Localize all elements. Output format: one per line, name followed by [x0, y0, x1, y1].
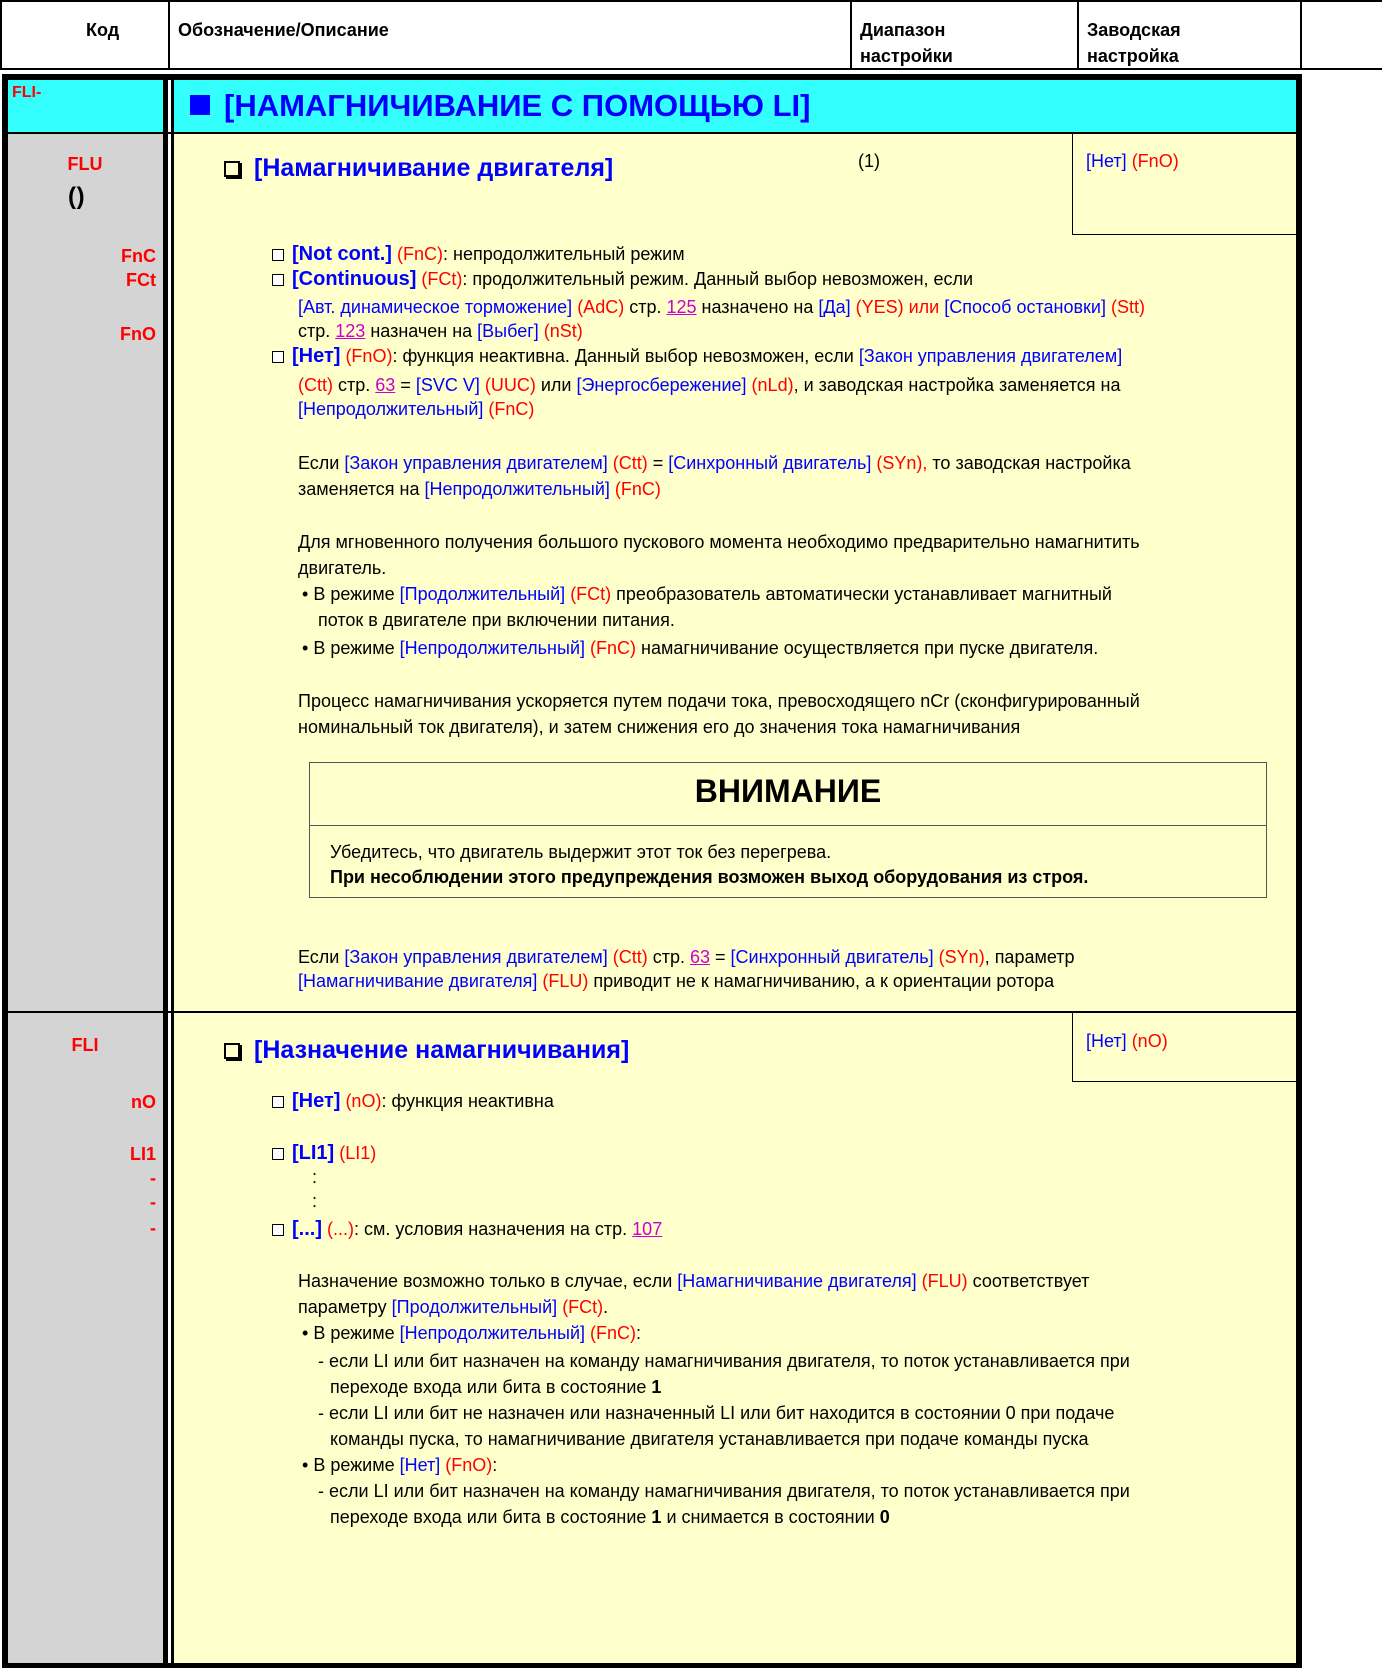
page-link[interactable]: 63 [375, 375, 395, 395]
fli-title-row: [Назначение намагничивания] [224, 1036, 629, 1065]
page-link[interactable]: 63 [690, 947, 710, 967]
page-link[interactable]: 125 [666, 297, 696, 317]
header-description: Обозначение/Описание [178, 20, 389, 40]
fli-code: FLI [71, 1035, 99, 1055]
fli-title: [Назначение намагничивания] [254, 1036, 630, 1064]
fli-bullet-2: • В режиме [Нет] (FnO): [302, 1455, 498, 1475]
flu-option-fno-line2: (Ctt) стр. 63 = [SVC V] (UUC) или [Энерг… [298, 375, 1121, 395]
flu-option-fct: [Continuous] (FCt): продолжительный режи… [272, 268, 973, 291]
flu-bullet-1: • В режиме [Продолжительный] (FCt) преоб… [302, 584, 1112, 604]
fli-sub-1: - если LI или бит назначен на команду на… [318, 1351, 1130, 1371]
fli-sub-2: - если LI или бит не назначен или назнач… [318, 1403, 1115, 1423]
flu-paragraph-2-line2: двигатель. [298, 558, 387, 578]
flu-title-row: [Намагничивание двигателя] [224, 154, 613, 183]
checkbox-icon [272, 351, 284, 363]
fli-option-li1: [LI1] (LI1) [272, 1142, 376, 1165]
checkbox-icon [272, 249, 284, 261]
warning-box: ВНИМАНИЕ Убедитесь, что двигатель выдерж… [309, 762, 1267, 898]
checkbox-icon [272, 1224, 284, 1236]
fli-sub-2-line2: команды пуска, то намагничивание двигате… [330, 1429, 1089, 1449]
flu-paragraph-3-line2: номинальный ток двигателя), и затем сниж… [298, 717, 1021, 737]
flu-paragraph-3: Процесс намагничивания ускоряется путем … [298, 691, 1140, 711]
checkbox-icon [272, 274, 284, 286]
ellipsis-dots: : [312, 1167, 318, 1187]
flu-paragraph-4-line2: [Намагничивание двигателя] (FLU) приводи… [298, 971, 1055, 991]
warning-line-1: Убедитесь, что двигатель выдержит этот т… [330, 842, 832, 862]
flu-paragraph-2: Для мгновенного получения большого пуско… [298, 532, 1140, 552]
flu-title: [Намагничивание двигателя] [254, 154, 614, 182]
fli-code-option: LI1 [129, 1144, 156, 1164]
flu-option-fno: [Нет] (FnO): функция неактивна. Данный в… [272, 345, 1122, 368]
header-range-1: Диапазон [860, 20, 946, 40]
flu-bullet-1-line2: поток в двигателе при включении питания. [318, 610, 675, 630]
fli-default: [Нет] (nO) [1086, 1031, 1168, 1051]
menu-title: [НАМАГНИЧИВАНИЕ С ПОМОЩЬЮ LI] [224, 88, 811, 123]
menu-title-row: [НАМАГНИЧИВАНИЕ С ПОМОЩЬЮ LI] [190, 87, 810, 125]
menu-code: FLI- [12, 84, 42, 101]
checkbox-icon [224, 161, 240, 177]
flu-range-note: (1) [858, 151, 880, 171]
code-column-bg [8, 80, 163, 1663]
header-default-2: настройка [1087, 46, 1179, 66]
fli-bullet-1: • В режиме [Непродолжительный] (FnC): [302, 1323, 642, 1343]
rotate-arrows-icon: ( ) [68, 183, 85, 210]
fli-code-option: nO [131, 1092, 156, 1112]
flu-code-option: FnC [121, 246, 156, 266]
page-link[interactable]: 123 [335, 321, 365, 341]
fli-option-more: [...] (...): см. условия назначения на с… [272, 1218, 662, 1241]
header-range-2: настройки [860, 46, 953, 66]
fli-code-option: - [150, 1168, 156, 1188]
flu-paragraph-4: Если [Закон управления двигателем] (Ctt)… [298, 947, 1075, 967]
fli-option-no: [Нет] (nO): функция неактивна [272, 1090, 554, 1113]
flu-code-option: FnO [120, 324, 156, 344]
fli-sub-3: - если LI или бит назначен на команду на… [318, 1481, 1130, 1501]
checkbox-icon [272, 1148, 284, 1160]
warning-line-2: При несоблюдении этого предупреждения во… [330, 867, 1089, 887]
page-link[interactable]: 107 [632, 1219, 662, 1239]
header-code: Код [86, 20, 120, 40]
flu-paragraph-1: Если [Закон управления двигателем] (Ctt)… [298, 453, 1131, 473]
checkbox-icon [224, 1043, 240, 1059]
ellipsis-dots: : [312, 1191, 318, 1211]
fli-paragraph-1-line2: параметру [Продолжительный] (FCt). [298, 1297, 609, 1317]
fli-sub-3-line2: переходе входа или бита в состояние 1 и … [330, 1507, 890, 1527]
flu-option-fct-line2: [Авт. динамическое торможение] (AdC) стр… [298, 297, 1145, 317]
fli-paragraph-1: Назначение возможно только в случае, есл… [298, 1271, 1090, 1291]
flu-option-fno-line3: [Непродолжительный] (FnC) [298, 399, 535, 419]
header-default-1: Заводская [1087, 20, 1181, 40]
flu-bullet-2: • В режиме [Непродолжительный] (FnC) нам… [302, 638, 1099, 658]
flu-code-option: FCt [126, 270, 156, 290]
flu-paragraph-1-line2: заменяется на [Непродолжительный] (FnC) [298, 479, 661, 499]
flu-option-fnc: [Not cont.] (FnC): непродолжительный реж… [272, 243, 685, 266]
flu-code: FLU [67, 154, 103, 174]
fli-code-option: - [150, 1192, 156, 1212]
flu-option-fct-line3: стр. 123 назначен на [Выбег] (nSt) [298, 321, 583, 341]
warning-title: ВНИМАНИЕ [694, 773, 882, 809]
fli-code-option: - [150, 1218, 156, 1238]
flu-default: [Нет] (FnO) [1086, 151, 1179, 171]
fli-sub-1-line2: переходе входа или бита в состояние 1 [330, 1377, 662, 1397]
menu-square-icon [190, 95, 210, 115]
checkbox-icon [272, 1096, 284, 1108]
